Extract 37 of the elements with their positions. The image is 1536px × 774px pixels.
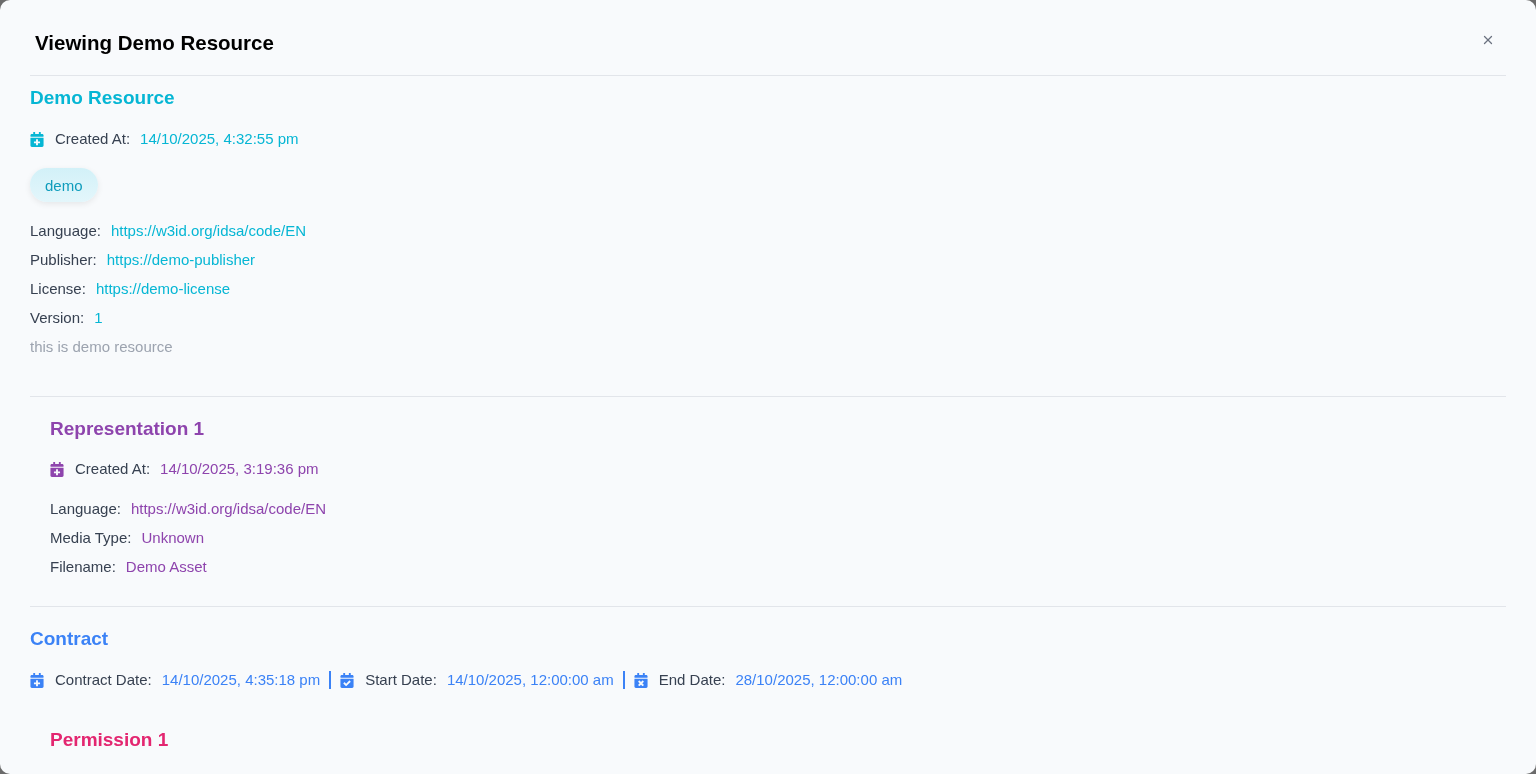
field-label: Version: — [30, 308, 85, 328]
field-value: Demo Asset — [125, 557, 207, 577]
resource-title: Demo Resource — [30, 86, 175, 110]
field-value: https://w3id.org/idsa/code/EN — [110, 221, 306, 241]
tag: demo — [30, 168, 98, 202]
date-value: 14/10/2025, 4:35:18 pm — [161, 670, 321, 690]
date-label: Start Date: — [365, 670, 437, 690]
field-label: Media Type: — [50, 528, 132, 548]
field-value: 1 — [94, 308, 103, 328]
created-value: 14/10/2025, 3:19:36 pm — [160, 459, 319, 479]
contract-title: Contract — [30, 627, 109, 651]
created-value: 14/10/2025, 4:32:55 pm — [140, 129, 299, 149]
close-icon — [1481, 33, 1495, 47]
calendar-plus-icon — [30, 131, 44, 147]
date-value: 28/10/2025, 12:00:00 am — [735, 670, 903, 690]
description: this is demo resource — [30, 337, 174, 357]
field-label: Language: — [30, 221, 101, 241]
calendar-check-icon — [340, 672, 355, 688]
calendar-x-icon — [633, 672, 648, 688]
date-label: End Date: — [658, 670, 726, 690]
date-value: 14/10/2025, 12:00:00 am — [446, 670, 614, 690]
field-value: https://w3id.org/idsa/code/EN — [130, 499, 326, 519]
field-label: License: — [30, 279, 86, 299]
field-label: Filename: — [50, 557, 116, 577]
calendar-plus-icon — [50, 461, 64, 477]
field-value: https://demo-license — [95, 279, 231, 299]
field-label: Publisher: — [30, 250, 97, 270]
dialog-title: Viewing Demo Resource — [35, 31, 274, 55]
representation-title: Representation 1 — [50, 417, 205, 441]
field-label: Language: — [50, 499, 121, 519]
created-label: Created At: — [55, 129, 131, 149]
date-label: Contract Date: — [55, 670, 152, 690]
calendar-plus-icon — [30, 672, 44, 688]
field-value: Unknown — [141, 528, 204, 548]
permission-title: Permission 1 — [50, 728, 169, 746]
created-label: Created At: — [75, 459, 151, 479]
field-value: https://demo-publisher — [106, 250, 256, 270]
